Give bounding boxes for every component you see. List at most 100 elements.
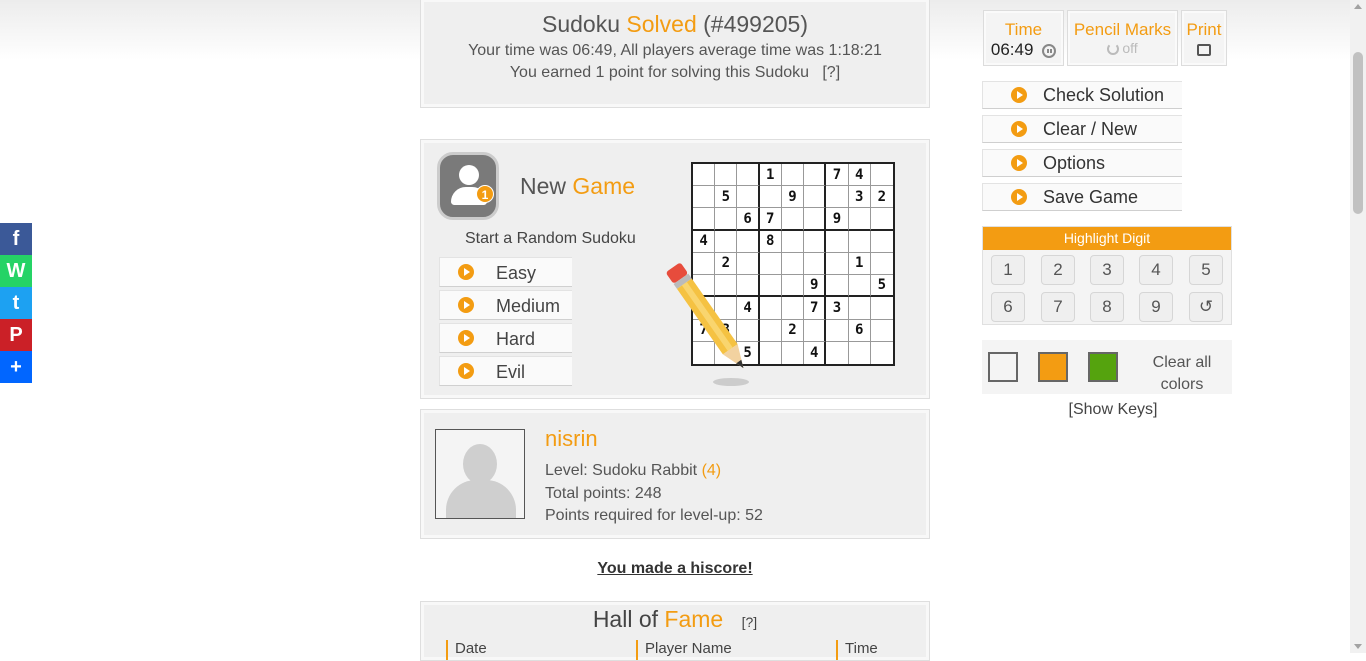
highlight-digit-6[interactable]: 6 [991, 292, 1025, 322]
preview-grid-cell: 5 [715, 186, 738, 209]
pinterest-share-icon[interactable]: P [0, 319, 32, 351]
options-label: Options [1043, 153, 1106, 173]
preview-grid-cell [781, 252, 805, 276]
level-line: Level: Sudoku Rabbit (4) [545, 462, 721, 480]
preview-grid-cell [693, 208, 716, 231]
highlight-digit-2[interactable]: 2 [1041, 255, 1075, 285]
preview-grid-cell [804, 252, 827, 276]
preview-grid-cell [759, 275, 782, 298]
whatsapp-share-icon[interactable]: W [0, 255, 32, 287]
check-solution-label: Check Solution [1043, 85, 1165, 105]
hiscore-link[interactable]: You made a hiscore! [420, 560, 930, 578]
highlight-digit-9[interactable]: 9 [1139, 292, 1173, 322]
pause-icon[interactable] [1042, 43, 1057, 58]
preview-grid-cell [781, 297, 805, 320]
color-swatch-orange[interactable] [1038, 352, 1068, 382]
preview-grid-cell [804, 319, 827, 342]
highlight-digit-1[interactable]: 1 [991, 255, 1025, 285]
preview-grid-cell [715, 164, 738, 187]
options-button[interactable]: Options [982, 149, 1182, 177]
page-scrollbar[interactable] [1350, 0, 1366, 653]
preview-grid-cell [760, 341, 782, 364]
avatar [435, 429, 525, 519]
preview-grid-cell [782, 341, 805, 364]
printer-icon [1197, 44, 1211, 56]
points-help-link[interactable]: [?] [822, 64, 840, 81]
hall-help-link[interactable]: [?] [742, 614, 758, 630]
highlight-digit-7[interactable]: 7 [1041, 292, 1075, 322]
column-header-player[interactable]: Player Name [636, 640, 732, 660]
play-icon [1011, 155, 1027, 171]
preview-grid-cell [759, 297, 782, 320]
preview-grid-cell [804, 208, 827, 231]
preview-grid-cell [848, 297, 871, 320]
twitter-share-icon[interactable]: t [0, 287, 32, 319]
pencil-marks-label: Pencil Marks [1073, 20, 1172, 39]
username-link[interactable]: nisrin [545, 426, 598, 452]
facebook-share-icon[interactable]: f [0, 223, 32, 255]
preview-grid-cell [781, 230, 805, 253]
preview-grid-cell: 7 [826, 164, 849, 187]
points-earned-line: You earned 1 point for solving this Sudo… [421, 64, 929, 82]
new-game-panel: 1 New Game Start a Random Sudoku Easy Me… [420, 139, 930, 399]
clear-new-button[interactable]: Clear / New [982, 115, 1182, 143]
show-keys-link[interactable]: [Show Keys] [982, 401, 1244, 419]
preview-grid-cell: 2 [781, 319, 805, 342]
points-required: Points required for level-up: 52 [545, 507, 763, 524]
preview-grid-cell [848, 275, 871, 298]
preview-grid-cell [870, 253, 893, 276]
clear-all-colors-button[interactable]: Clear all colors [1142, 352, 1222, 396]
check-solution-button[interactable]: Check Solution [982, 81, 1182, 109]
scroll-down-icon[interactable] [1354, 644, 1362, 649]
preview-grid-cell: 9 [804, 275, 827, 298]
color-swatch-green[interactable] [1088, 352, 1118, 382]
scroll-up-icon[interactable] [1354, 4, 1362, 9]
print-label: Print [1186, 20, 1222, 39]
play-icon [1011, 87, 1027, 103]
save-game-button[interactable]: Save Game [982, 183, 1182, 211]
hard-button[interactable]: Hard [439, 323, 572, 353]
column-header-date[interactable]: Date [446, 640, 487, 660]
preview-grid-cell [804, 164, 827, 187]
undo-highlight-icon[interactable]: ↺ [1189, 292, 1223, 322]
hall-title-prefix: Hall of [592, 606, 659, 632]
highlight-digit-3[interactable]: 3 [1090, 255, 1124, 285]
pencil-icon [666, 263, 749, 386]
time-value-row: 06:49 [984, 40, 1063, 60]
medium-label: Medium [496, 296, 561, 316]
time-value: 06:49 [990, 40, 1034, 59]
solved-panel: Sudoku Solved (#499205) Your time was 06… [420, 0, 930, 108]
preview-grid-cell [826, 341, 849, 364]
total-points: Total points: 248 [545, 485, 662, 502]
pencil-marks-toggle[interactable]: Pencil Marks off [1067, 10, 1178, 66]
preview-grid-cell: 4 [848, 164, 871, 187]
preview-grid-cell [826, 252, 849, 276]
preview-grid-cell [848, 208, 871, 231]
preview-grid-cell: 5 [870, 275, 893, 298]
easy-button[interactable]: Easy [439, 257, 572, 287]
highlight-digit-4[interactable]: 4 [1139, 255, 1173, 285]
clear-new-label: Clear / New [1043, 119, 1138, 139]
scrollbar-thumb[interactable] [1353, 52, 1363, 214]
new-game-title-prefix: New [520, 173, 567, 199]
medium-button[interactable]: Medium [439, 290, 572, 320]
preview-grid-cell: 9 [781, 186, 805, 209]
highlight-digit-8[interactable]: 8 [1090, 292, 1124, 322]
pencil-state-label: off [1122, 40, 1138, 56]
preview-grid-cell [826, 319, 849, 342]
evil-button[interactable]: Evil [439, 356, 572, 386]
preview-grid-cell [759, 186, 782, 209]
timer-box: Time 06:49 [983, 10, 1064, 66]
new-game-title-highlight: Game [572, 173, 636, 199]
preview-grid-cell [870, 208, 893, 231]
color-swatch-white[interactable] [988, 352, 1018, 382]
column-header-time[interactable]: Time [836, 640, 878, 660]
more-share-icon[interactable]: + [0, 351, 32, 383]
preview-grid-cell: 6 [848, 319, 871, 342]
preview-grid-cell [849, 341, 871, 364]
evil-label: Evil [496, 362, 526, 382]
new-game-title: New Game [520, 173, 635, 200]
preview-grid-cell: 6 [737, 208, 760, 231]
print-button[interactable]: Print [1181, 10, 1227, 66]
highlight-digit-5[interactable]: 5 [1189, 255, 1223, 285]
